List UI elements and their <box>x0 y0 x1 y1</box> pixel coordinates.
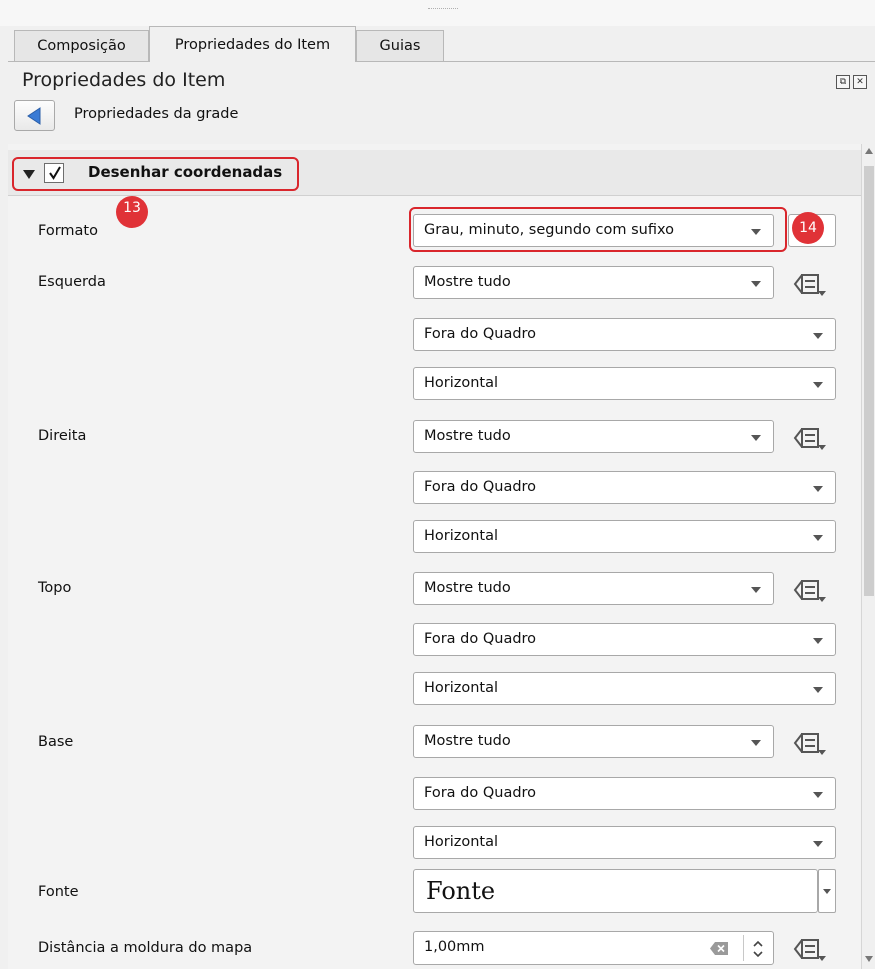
label-fonte: Fonte <box>38 884 79 900</box>
data-defined-override-icon <box>793 428 826 450</box>
scroll-up-arrow-icon[interactable] <box>865 148 873 154</box>
tab-bar-line <box>8 61 875 62</box>
font-button[interactable]: Fonte <box>413 869 818 913</box>
esquerda-display-value: Mostre tudo <box>424 274 511 290</box>
data-defined-override-base[interactable] <box>788 727 832 757</box>
label-direita: Direita <box>38 428 87 444</box>
label-topo: Topo <box>38 580 72 596</box>
tab-composicao[interactable]: Composição <box>14 30 149 61</box>
base-display-value: Mostre tudo <box>424 733 511 749</box>
direita-direction-value: Horizontal <box>424 528 499 544</box>
panel-window-controls: ⧉ ✕ <box>836 75 867 89</box>
chevron-down-icon <box>813 333 823 339</box>
esquerda-position-value: Fora do Quadro <box>424 326 537 342</box>
base-position-value: Fora do Quadro <box>424 785 537 801</box>
chevron-down-icon <box>813 486 823 492</box>
esquerda-position-combo[interactable]: Fora do Quadro <box>413 318 836 351</box>
label-base: Base <box>38 734 74 750</box>
label-distancia: Distância a moldura do mapa <box>38 940 253 956</box>
data-defined-override-icon <box>793 274 826 296</box>
base-direction-value: Horizontal <box>424 834 499 850</box>
clear-icon[interactable] <box>709 941 729 956</box>
base-display-combo[interactable]: Mostre tudo <box>413 725 774 758</box>
tab-propriedades-do-item[interactable]: Propriedades do Item <box>149 26 356 62</box>
topo-direction-value: Horizontal <box>424 680 499 696</box>
grid-properties-title: Propriedades da grade <box>74 106 239 122</box>
base-direction-combo[interactable]: Horizontal <box>413 826 836 859</box>
chevron-down-icon <box>813 638 823 644</box>
drag-handle[interactable] <box>428 8 458 12</box>
frame-distance-spinbox[interactable]: 1,00mm <box>413 931 774 965</box>
label-esquerda: Esquerda <box>38 274 106 290</box>
spinbox-separator <box>743 935 744 961</box>
font-dropdown-button[interactable] <box>818 869 836 913</box>
back-arrow-icon <box>27 107 41 125</box>
chevron-down-icon <box>813 382 823 388</box>
data-defined-override-topo[interactable] <box>788 574 832 604</box>
base-position-combo[interactable]: Fora do Quadro <box>413 777 836 810</box>
frame-distance-value: 1,00mm <box>424 939 485 955</box>
chevron-down-icon <box>751 281 761 287</box>
data-defined-override-esquerda[interactable] <box>788 268 832 298</box>
annotation-highlight-14 <box>409 207 787 252</box>
scroll-down-arrow-icon[interactable] <box>865 956 873 962</box>
direita-position-value: Fora do Quadro <box>424 479 537 495</box>
esquerda-display-combo[interactable]: Mostre tudo <box>413 266 774 299</box>
topo-position-value: Fora do Quadro <box>424 631 537 647</box>
float-panel-icon[interactable]: ⧉ <box>836 75 850 89</box>
annotation-highlight-13 <box>12 157 299 191</box>
data-defined-override-icon <box>793 580 826 602</box>
direita-direction-combo[interactable]: Horizontal <box>413 520 836 553</box>
window-top-strip <box>0 0 875 26</box>
data-defined-override-distancia[interactable] <box>788 933 832 963</box>
chevron-down-icon <box>751 740 761 746</box>
label-formato: Formato <box>38 223 98 239</box>
direita-position-combo[interactable]: Fora do Quadro <box>413 471 836 504</box>
chevron-down-icon <box>751 587 761 593</box>
direita-display-combo[interactable]: Mostre tudo <box>413 420 774 453</box>
close-panel-icon[interactable]: ✕ <box>853 75 867 89</box>
chevron-down-icon <box>813 687 823 693</box>
chevron-down-icon <box>813 841 823 847</box>
topo-position-combo[interactable]: Fora do Quadro <box>413 623 836 656</box>
scrollbar-thumb[interactable] <box>864 166 874 596</box>
direita-display-value: Mostre tudo <box>424 428 511 444</box>
topo-direction-combo[interactable]: Horizontal <box>413 672 836 705</box>
esquerda-direction-combo[interactable]: Horizontal <box>413 367 836 400</box>
chevron-down-icon <box>751 435 761 441</box>
data-defined-override-icon <box>793 939 826 961</box>
esquerda-direction-value: Horizontal <box>424 375 499 391</box>
topo-display-combo[interactable]: Mostre tudo <box>413 572 774 605</box>
panel-title: Propriedades do Item <box>22 69 226 91</box>
data-defined-override-icon <box>793 733 826 755</box>
chevron-down-icon <box>813 792 823 798</box>
spin-stepper-icon[interactable] <box>750 938 766 960</box>
chevron-down-icon <box>813 535 823 541</box>
topo-display-value: Mostre tudo <box>424 580 511 596</box>
data-defined-override-direita[interactable] <box>788 422 832 452</box>
annotation-badge-13: 13 <box>116 196 148 228</box>
back-button[interactable] <box>14 100 55 131</box>
tab-guias[interactable]: Guias <box>356 30 444 61</box>
vertical-scrollbar[interactable] <box>861 144 875 969</box>
annotation-badge-14: 14 <box>792 212 824 244</box>
